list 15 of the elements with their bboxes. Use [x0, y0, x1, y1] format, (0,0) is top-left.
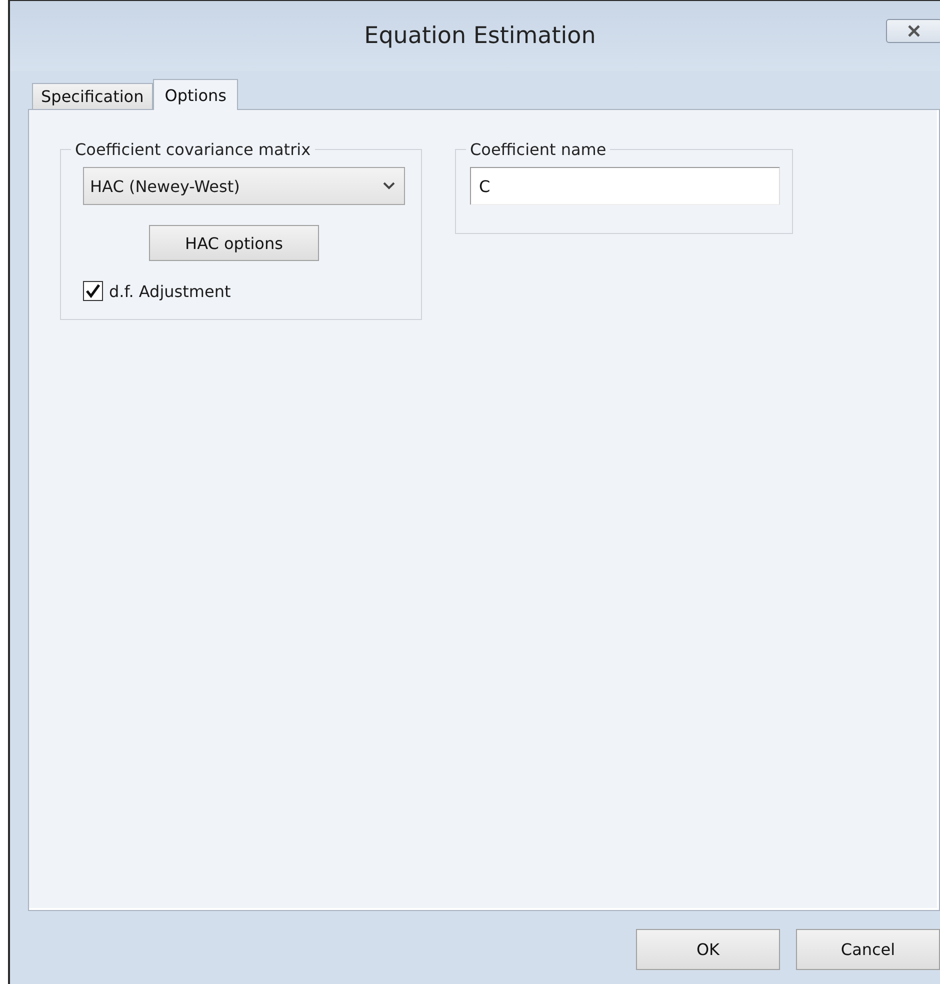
tab[interactable]: Options [152, 79, 238, 110]
checkbox[interactable] [83, 281, 103, 301]
method-dropdown[interactable]: HAC (Newey-West) [83, 167, 405, 205]
group-label: Coefficient name [469, 140, 608, 159]
dialog-button[interactable]: OK [636, 929, 780, 970]
close-icon [906, 25, 922, 37]
dialog-button[interactable]: Cancel [796, 929, 940, 970]
close-button[interactable] [886, 19, 940, 43]
tab[interactable]: Specification [32, 83, 153, 109]
caret-icon [382, 181, 396, 191]
checkbox-label: d.f. Adjustment [109, 282, 231, 300]
coefficient-name-field[interactable]: C [470, 167, 780, 205]
hac-options-button[interactable]: HAC options [149, 225, 319, 261]
window-title: Equation Estimation [364, 23, 596, 49]
group-label: Coefficient covariance matrix [74, 140, 312, 159]
